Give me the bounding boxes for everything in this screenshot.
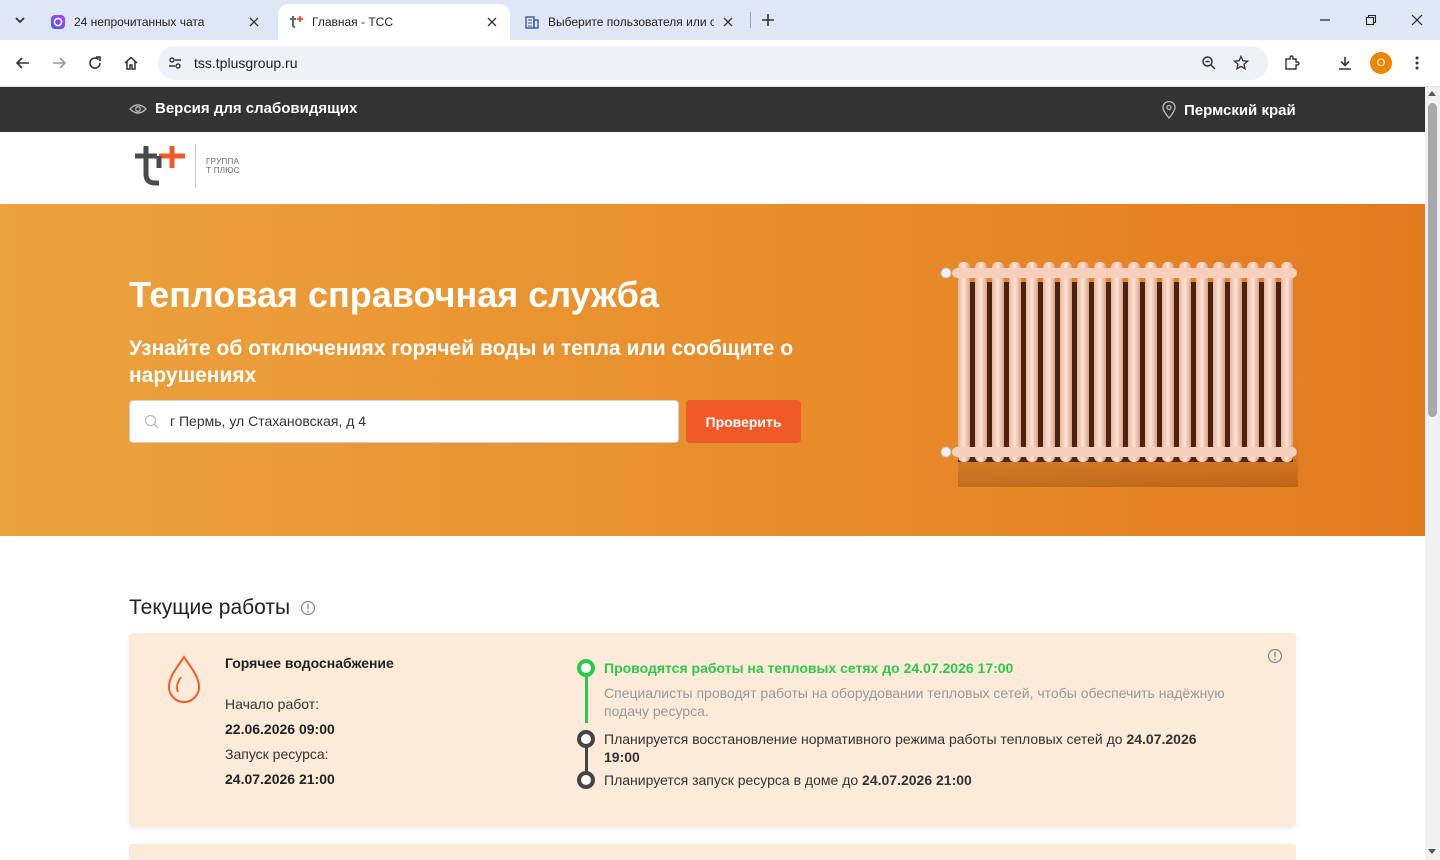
region-label: Пермский край (1184, 101, 1296, 119)
plus-icon (762, 14, 774, 26)
home-button[interactable] (119, 51, 143, 75)
timeline-step-text: Планируется восстановление нормативного … (604, 731, 1197, 765)
timeline-step-text: Проводятся работы на тепловых сетях до 2… (604, 660, 1014, 676)
tab-chats[interactable]: 24 непрочитанных чата (40, 4, 272, 40)
forward-button[interactable] (47, 51, 71, 75)
close-icon[interactable] (720, 14, 736, 30)
service-name: Горячее водоснабжение (225, 655, 394, 671)
browser-menu-button[interactable] (1405, 51, 1429, 75)
address-bar[interactable]: tss.tplusgroup.ru (158, 46, 1268, 80)
hero-banner: Тепловая справочная служба Узнайте об от… (0, 204, 1425, 536)
tab-title: Главная - ТСС (312, 15, 393, 29)
extensions-button[interactable] (1280, 51, 1304, 75)
zoom-button[interactable] (1197, 51, 1221, 75)
page-title: Тепловая справочная служба (129, 274, 659, 315)
tab-search-button[interactable] (8, 8, 32, 32)
check-button[interactable]: Проверить (686, 400, 801, 443)
building-favicon-icon (525, 16, 539, 29)
launch-value: 24.07.2026 21:00 (225, 771, 335, 787)
chevron-down-icon (15, 17, 25, 24)
timeline-dot (577, 659, 595, 677)
site-settings-icon[interactable] (166, 54, 184, 72)
site-header: ГРУППА Т ПЛЮС (0, 132, 1425, 204)
timeline-step-text: Планируется запуск ресурса в доме до 24.… (604, 772, 972, 788)
close-icon[interactable] (246, 14, 262, 30)
logo-divider (195, 144, 196, 188)
logo-line2: Т ПЛЮС (206, 166, 240, 175)
region-selector[interactable]: Пермский край (1162, 101, 1296, 119)
location-pin-icon (1162, 101, 1176, 119)
search-icon (144, 414, 159, 429)
page-scrollbar[interactable] (1425, 87, 1440, 860)
info-icon[interactable] (300, 600, 316, 616)
hero-subtitle: Узнайте об отключениях горячей воды и те… (129, 337, 794, 387)
close-icon[interactable] (484, 14, 500, 30)
minimize-button[interactable] (1313, 8, 1337, 32)
address-search-input[interactable]: г Пермь, ул Стахановская, д 4 (129, 400, 679, 443)
address-search-value[interactable]: г Пермь, ул Стахановская, д 4 (170, 413, 366, 429)
accessibility-version-link[interactable]: Версия для слабовидящих (129, 100, 357, 117)
timeline-step-note: Специалисты проводят работы на оборудова… (604, 685, 1225, 719)
site-topbar: Версия для слабовидящих Пермский край (0, 87, 1425, 132)
tab-select-user[interactable]: Выберите пользователя или создайте (514, 4, 746, 40)
puzzle-icon (1285, 55, 1300, 70)
timeline-dot (577, 730, 595, 748)
new-tab-button[interactable] (757, 9, 779, 31)
tplus-logo-icon (135, 146, 185, 186)
start-value: 22.06.2026 09:00 (225, 721, 335, 737)
zoom-icon (1202, 56, 1216, 70)
reload-button[interactable] (83, 51, 107, 75)
logo-line1: ГРУППА (206, 157, 240, 166)
timeline-line (585, 677, 588, 723)
tab-main-tss[interactable]: Главная - ТСС (278, 4, 510, 40)
back-button[interactable] (11, 51, 35, 75)
current-works-title: Текущие работы (129, 596, 291, 619)
browser-toolbar: tss.tplusgroup.ru O (0, 40, 1440, 87)
arrow-right-icon (53, 57, 67, 69)
water-drop-icon (167, 655, 201, 703)
scroll-down-arrow[interactable] (1428, 849, 1436, 854)
url-text[interactable]: tss.tplusgroup.ru (194, 55, 298, 71)
tab-title: Выберите пользователя или создайте (548, 15, 714, 29)
tplus-logo[interactable]: ГРУППА Т ПЛЮС (133, 144, 240, 188)
reload-icon (89, 56, 101, 69)
browser-tabstrip: 24 непрочитанных чата Главная - ТСС Выбе… (0, 0, 1440, 40)
timeline-line (585, 745, 588, 773)
eye-icon (129, 103, 147, 114)
arrow-left-icon (15, 57, 29, 69)
tplus-favicon-icon (290, 16, 303, 28)
minimize-icon (1320, 19, 1330, 21)
logo-text: ГРУППА Т ПЛЮС (206, 157, 240, 175)
page-viewport: Версия для слабовидящих Пермский край ГР… (0, 87, 1425, 860)
launch-label: Запуск ресурса: (225, 746, 329, 762)
restore-button[interactable] (1359, 8, 1383, 32)
restore-icon (1365, 14, 1377, 26)
download-icon (1339, 57, 1351, 70)
info-icon[interactable] (1267, 648, 1283, 664)
work-card (129, 844, 1296, 860)
tab-separator (750, 12, 751, 28)
start-label: Начало работ: (225, 696, 320, 712)
close-window-button[interactable] (1405, 8, 1429, 32)
scrollbar-thumb[interactable] (1428, 103, 1437, 417)
bookmark-button[interactable] (1229, 51, 1253, 75)
scroll-up-arrow[interactable] (1428, 91, 1436, 96)
tab-title: 24 непрочитанных чата (74, 15, 205, 29)
downloads-button[interactable] (1333, 51, 1357, 75)
close-icon (1411, 14, 1423, 26)
timeline-dot (577, 771, 595, 789)
star-icon (1233, 55, 1249, 71)
profile-avatar[interactable]: O (1370, 52, 1392, 74)
home-icon (124, 56, 138, 70)
work-card: Горячее водоснабжение Начало работ: 22.0… (129, 633, 1296, 827)
messenger-favicon-icon (51, 15, 65, 29)
current-works-heading: Текущие работы (129, 596, 316, 620)
more-vertical-icon (1415, 56, 1419, 70)
accessibility-version-label: Версия для слабовидящих (155, 100, 358, 117)
radiator-image (940, 262, 1298, 487)
